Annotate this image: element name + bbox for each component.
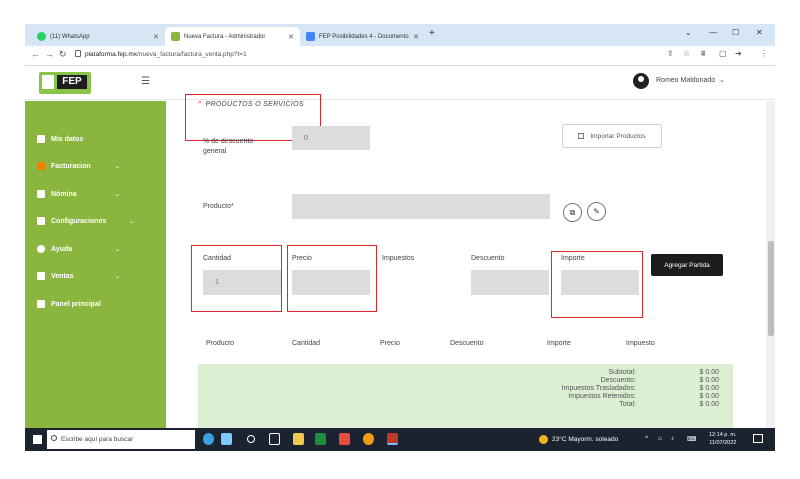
table-header-importe: Importe [547,340,571,347]
import-icon [578,133,585,139]
table-header-producto: Producto [206,340,235,347]
forward-icon[interactable]: → [45,49,54,59]
quantity-label: Cantidad [203,255,232,262]
totals-labels: Subtotal: Descuento: Impuestos Trasladad… [562,369,636,409]
total-value: $ 0.00 [699,401,719,408]
transferred-taxes-value: $ 0.00 [699,385,719,392]
discount-input[interactable]: 0 [292,126,370,150]
doc-icon [306,32,315,41]
logo-box-icon [42,75,54,89]
hamburger-menu-icon[interactable]: ☰ [141,76,150,87]
fep-logo[interactable]: FEP [39,72,91,94]
volume-icon[interactable]: ♪ [671,435,674,442]
chevron-up-icon: ^ [198,101,202,108]
amount-label: Importe [561,255,585,262]
network-icon[interactable]: ⌂ [658,435,662,442]
notification-icon[interactable] [753,434,763,443]
table-header-precio: Precio [380,340,400,347]
subtotal-value: $ 0.00 [699,369,719,376]
app-icon[interactable] [339,433,350,445]
star-icon[interactable]: ☆ [683,49,690,58]
quantity-input[interactable]: 1 [203,270,281,295]
close-window-button[interactable]: ✕ [756,28,763,37]
user-avatar-icon[interactable] [633,73,649,89]
price-input[interactable] [292,270,370,295]
discount-col-label: Descuento [471,255,505,262]
total-label: Total: [619,401,636,408]
taskbar-clock[interactable]: 12:14 p. m. 11/07/2022 [709,431,737,447]
address-bar: ← → ↻ plataforma.fep.mx/nueva_factura/fa… [25,46,775,66]
share-icon[interactable]: ⇪ [667,49,674,58]
sun-icon [539,435,548,444]
table-header-descuento: Descuento [450,340,484,347]
lock-icon [75,50,81,57]
language-icon[interactable]: ⌨ [687,435,696,443]
totals-values: $ 0.00 $ 0.00 $ 0.00 $ 0.00 $ 0.00 [700,369,719,409]
transferred-taxes-label: Impuestos Trasladados: [561,385,636,392]
reload-icon[interactable]: ↻ [59,49,67,60]
url-field[interactable]: plataforma.fep.mx/nueva_factura/factura_… [85,51,247,58]
excel-icon[interactable] [315,433,326,445]
taskbar-search[interactable]: Escribe aquí para buscar [47,430,195,449]
active-app-icon[interactable] [387,433,398,445]
browser-tab-document[interactable]: FEP Posibilidades 4 - Documento ✕ [300,27,425,46]
import-products-button[interactable]: Importar Productos [562,124,662,148]
menu-icon[interactable]: ⋮ [760,49,768,58]
extensions-icon[interactable]: ⩩ [701,49,705,59]
price-label: Precio [292,255,312,262]
back-icon[interactable]: ← [31,49,40,59]
add-item-button[interactable]: Agregar Partida [651,254,723,276]
search-icon [51,435,57,441]
weather-app-icon[interactable] [203,433,214,445]
paint-icon[interactable] [221,433,232,445]
section-title[interactable]: ^ PRODUCTOS O SERVICIOS [198,101,304,108]
chevron-down-icon[interactable]: ⌄ [685,28,692,37]
app-header: FEP ☰ Romeo Maldonado ⌄ [25,66,775,100]
new-tab-button[interactable]: + [429,28,435,39]
discount-label: % de descuento general [203,138,254,155]
discount-total-value: $ 0.00 [699,377,719,384]
taxes-label: Impuestos [382,255,415,262]
weather-widget[interactable]: 23°C Mayorm. soleado [539,435,618,444]
table-header-cantidad: Cantidad [292,340,321,347]
cortana-icon[interactable] [247,435,255,443]
discount-amount-input[interactable] [471,270,549,295]
product-label: Producto* [203,203,234,210]
maximize-button[interactable]: ☐ [732,28,739,37]
task-view-icon[interactable] [269,433,280,445]
minimize-button[interactable]: — [709,28,717,37]
profile-icon[interactable]: ➜ [735,49,742,58]
whatsapp-icon [37,32,46,41]
discount-total-label: Descuento: [600,377,636,384]
chevron-up-icon[interactable]: ^ [645,435,648,442]
close-icon[interactable]: ✕ [153,33,159,41]
table-header-impuesto: Impuesto [626,340,655,347]
amount-input[interactable] [561,270,639,295]
totals-panel: Subtotal: Descuento: Impuestos Trasladad… [198,364,733,428]
sidepanel-icon[interactable]: ▢ [719,49,727,58]
browser-tab-bar: (11) WhatsApp ✕ Nueva Factura - Administ… [25,24,775,46]
file-explorer-icon[interactable] [293,433,304,445]
withheld-taxes-value: $ 0.00 [699,393,719,400]
browser-tab-whatsapp[interactable]: (11) WhatsApp ✕ [31,27,165,46]
browser-tab-nueva-factura[interactable]: Nueva Factura - Administrador ✕ [165,27,300,46]
edit-icon[interactable]: ✎ [587,202,606,221]
withheld-taxes-label: Impuestos Retenidos: [568,393,636,400]
windows-start-icon[interactable] [33,435,42,444]
subtotal-label: Subtotal: [608,369,636,376]
user-name[interactable]: Romeo Maldonado ⌄ [656,76,725,84]
copy-icon[interactable]: ⧉ [563,203,582,222]
chrome-icon[interactable] [363,433,374,445]
windows-taskbar: Escribe aquí para buscar 23°C Mayorm. so… [25,428,775,451]
close-icon[interactable]: ✕ [288,33,294,41]
scrollbar-thumb[interactable] [768,241,774,336]
close-icon[interactable]: ✕ [413,33,419,41]
product-input[interactable] [292,194,550,219]
fep-icon [171,32,180,41]
